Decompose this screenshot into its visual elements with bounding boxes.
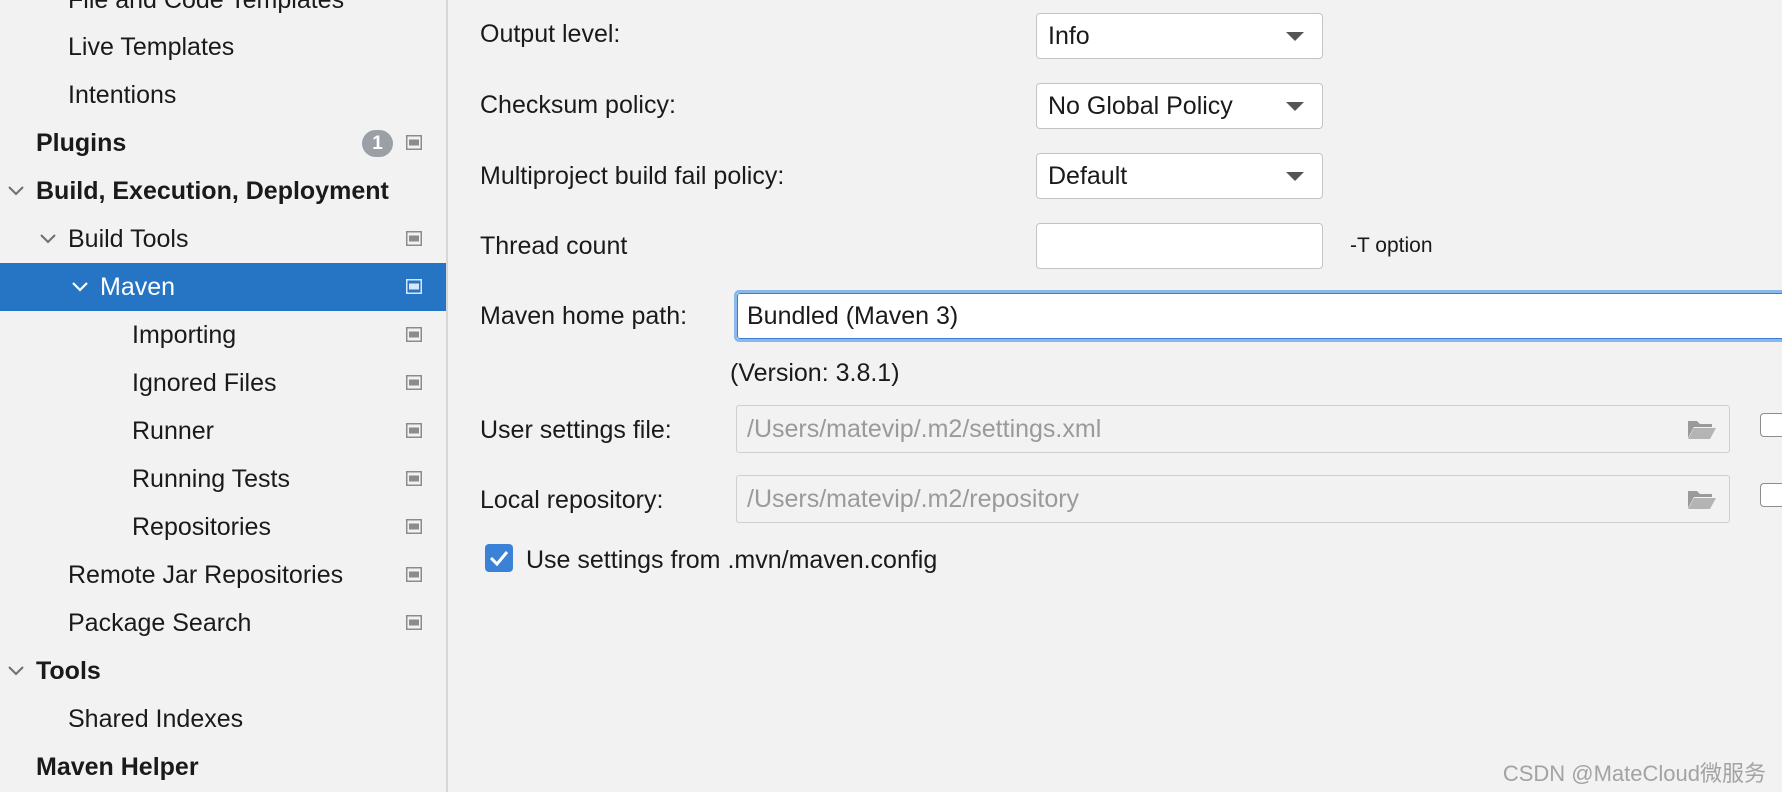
local-repository-override-checkbox[interactable] xyxy=(1760,483,1782,507)
dropdown-arrow-icon xyxy=(1286,32,1304,41)
dropdown-arrow-icon xyxy=(1286,172,1304,181)
fail-policy-label: Multiproject build fail policy: xyxy=(480,162,785,190)
sidebar-item-label: Maven xyxy=(100,272,176,301)
thread-count-label: Thread count xyxy=(480,232,628,260)
sidebar-item-label: Shared Indexes xyxy=(68,704,244,733)
project-settings-icon xyxy=(406,471,422,486)
sidebar-item-plugins[interactable]: Plugins 1 xyxy=(0,119,446,167)
fail-policy-value: Default xyxy=(1048,161,1128,190)
sidebar-item-file-and-code-templates[interactable]: File and Code Templates xyxy=(0,0,446,24)
sidebar-item-repositories[interactable]: Repositories xyxy=(0,503,446,551)
sidebar-item-build-tools[interactable]: Build Tools xyxy=(0,215,446,263)
sidebar-item-remote-jar-repositories[interactable]: Remote Jar Repositories xyxy=(0,551,446,599)
sidebar-item-ignored-files[interactable]: Ignored Files xyxy=(0,359,446,407)
settings-window: File and Code Templates Live Templates I… xyxy=(0,0,1782,792)
sidebar-item-live-templates[interactable]: Live Templates xyxy=(0,23,446,71)
maven-settings-panel: Output level: Info Checksum policy: No G… xyxy=(448,0,1782,792)
folder-open-icon[interactable] xyxy=(1687,418,1717,440)
user-settings-file-field[interactable]: /Users/matevip/.m2/settings.xml xyxy=(736,405,1730,453)
sidebar-item-shared-indexes[interactable]: Shared Indexes xyxy=(0,695,446,743)
sidebar-item-tools[interactable]: Tools xyxy=(0,647,446,695)
checksum-policy-dropdown[interactable]: No Global Policy xyxy=(1036,83,1323,129)
project-settings-icon xyxy=(406,135,422,150)
chevron-down-icon[interactable] xyxy=(70,277,90,297)
project-settings-icon xyxy=(406,519,422,534)
sidebar-item-label: Importing xyxy=(132,320,237,349)
sidebar-item-build-execution-deployment[interactable]: Build, Execution, Deployment xyxy=(0,167,446,215)
project-settings-icon xyxy=(406,327,422,342)
project-settings-icon xyxy=(406,423,422,438)
sidebar-item-label: File and Code Templates xyxy=(68,0,344,15)
sidebar-item-running-tests[interactable]: Running Tests xyxy=(0,455,446,503)
maven-home-path-input[interactable]: Bundled (Maven 3) xyxy=(734,290,1782,342)
focus-ring xyxy=(737,293,1782,339)
sidebar-item-importing[interactable]: Importing xyxy=(0,311,446,359)
checkmark-icon xyxy=(489,551,509,567)
sidebar-item-label: Plugins xyxy=(36,128,127,157)
dropdown-arrow-icon xyxy=(1286,102,1304,111)
sidebar-item-label: Running Tests xyxy=(132,464,290,493)
checksum-policy-label: Checksum policy: xyxy=(480,91,676,119)
local-repository-label: Local repository: xyxy=(480,486,664,514)
fail-policy-dropdown[interactable]: Default xyxy=(1036,153,1323,199)
sidebar-item-label: Ignored Files xyxy=(132,368,277,397)
project-settings-icon xyxy=(406,375,422,390)
sidebar-item-label: Runner xyxy=(132,416,214,445)
chevron-down-icon[interactable] xyxy=(38,229,58,249)
mvn-config-checkbox[interactable] xyxy=(485,544,513,572)
project-settings-icon xyxy=(406,279,422,294)
user-settings-file-value: /Users/matevip/.m2/settings.xml xyxy=(747,414,1102,443)
sidebar-item-label: Remote Jar Repositories xyxy=(68,560,344,589)
output-level-value: Info xyxy=(1048,21,1090,50)
sidebar-item-label: Build, Execution, Deployment xyxy=(36,176,389,205)
sidebar-item-label: Build Tools xyxy=(68,224,189,253)
local-repository-field[interactable]: /Users/matevip/.m2/repository xyxy=(736,475,1730,523)
project-settings-icon xyxy=(406,615,422,630)
user-settings-label: User settings file: xyxy=(480,416,672,444)
plugins-update-badge: 1 xyxy=(362,130,393,157)
folder-open-icon[interactable] xyxy=(1687,488,1717,510)
sidebar-item-runner[interactable]: Runner xyxy=(0,407,446,455)
output-level-dropdown[interactable]: Info xyxy=(1036,13,1323,59)
sidebar-item-label: Repositories xyxy=(132,512,271,541)
project-settings-icon xyxy=(406,567,422,582)
output-level-label: Output level: xyxy=(480,20,621,48)
thread-count-input[interactable] xyxy=(1036,223,1323,269)
chevron-down-icon[interactable] xyxy=(6,181,26,201)
maven-version-label: (Version: 3.8.1) xyxy=(730,359,900,387)
thread-count-hint: -T option xyxy=(1350,234,1433,257)
settings-sidebar-tree: File and Code Templates Live Templates I… xyxy=(0,0,446,792)
sidebar-item-label: Maven Helper xyxy=(36,752,199,781)
maven-home-label: Maven home path: xyxy=(480,302,688,330)
sidebar-item-label: Package Search xyxy=(68,608,252,637)
user-settings-override-checkbox[interactable] xyxy=(1760,413,1782,437)
sidebar-item-label: Intentions xyxy=(68,80,177,109)
sidebar-item-package-search[interactable]: Package Search xyxy=(0,599,446,647)
sidebar-item-maven[interactable]: Maven xyxy=(0,263,446,311)
local-repository-value: /Users/matevip/.m2/repository xyxy=(747,484,1080,513)
mvn-config-label[interactable]: Use settings from .mvn/maven.config xyxy=(526,546,937,575)
sidebar-item-intentions[interactable]: Intentions xyxy=(0,71,446,119)
checksum-policy-value: No Global Policy xyxy=(1048,91,1233,120)
sidebar-item-label: Tools xyxy=(36,656,101,685)
sidebar-item-label: Live Templates xyxy=(68,32,235,61)
chevron-down-icon[interactable] xyxy=(6,661,26,681)
project-settings-icon xyxy=(406,231,422,246)
sidebar-item-maven-helper[interactable]: Maven Helper xyxy=(0,743,446,791)
watermark-text: CSDN @MateCloud微服务 xyxy=(1502,761,1766,786)
